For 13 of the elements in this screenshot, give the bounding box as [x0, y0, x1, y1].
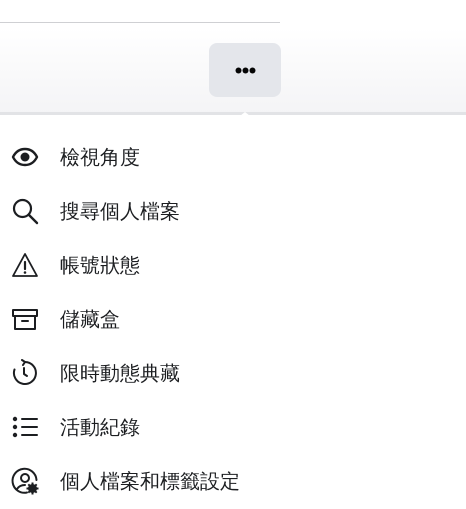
more-icon	[234, 66, 256, 74]
menu-item[interactable]: 搜尋個人檔案	[0, 184, 300, 238]
warning-icon	[10, 251, 40, 279]
clock-icon	[10, 359, 40, 387]
more-button[interactable]	[209, 43, 281, 97]
user-settings-icon	[10, 467, 40, 495]
menu-item[interactable]: 活動紀錄	[0, 400, 300, 454]
menu-item[interactable]: 個人檔案和標籤設定	[0, 454, 300, 508]
search-icon	[10, 197, 40, 225]
menu-item[interactable]: 限時動態典藏	[0, 346, 300, 400]
menu-item[interactable]: 檢視角度	[0, 130, 300, 184]
menu-item[interactable]: 儲藏盒	[0, 292, 300, 346]
menu-item[interactable]: 帳號狀態	[0, 238, 300, 292]
